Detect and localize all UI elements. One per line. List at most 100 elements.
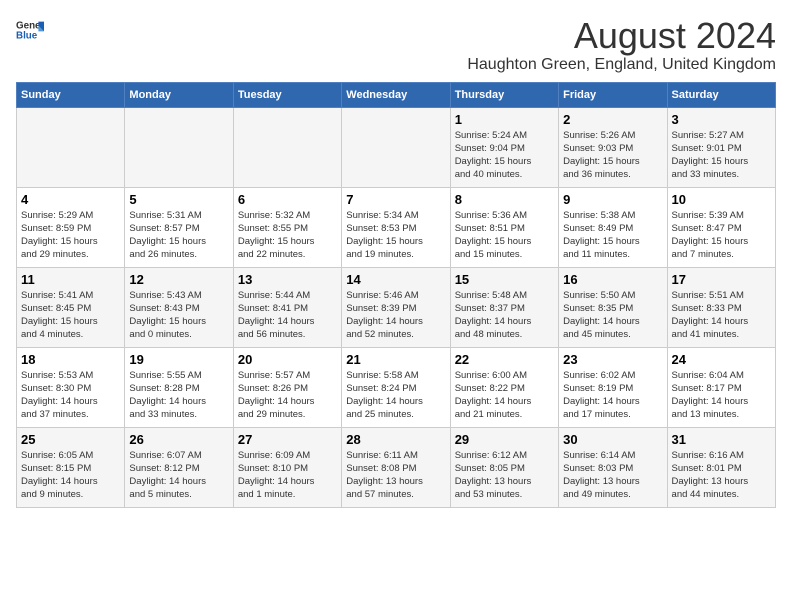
calendar-cell: 1 Sunrise: 5:24 AM Sunset: 9:04 PM Daylig… <box>450 107 558 187</box>
day-info: Sunrise: 5:41 AM Sunset: 8:45 PM Dayligh… <box>21 289 120 342</box>
calendar-cell <box>233 107 341 187</box>
day-info: Sunrise: 6:11 AM Sunset: 8:08 PM Dayligh… <box>346 449 445 502</box>
day-header-sunday: Sunday <box>17 82 125 107</box>
calendar-week-row: 1 Sunrise: 5:24 AM Sunset: 9:04 PM Daylig… <box>17 107 776 187</box>
calendar-cell: 19 Sunrise: 5:55 AM Sunset: 8:28 PM Dayli… <box>125 347 233 427</box>
day-info: Sunrise: 6:14 AM Sunset: 8:03 PM Dayligh… <box>563 449 662 502</box>
day-number: 19 <box>129 352 228 367</box>
day-info: Sunrise: 5:29 AM Sunset: 8:59 PM Dayligh… <box>21 209 120 262</box>
calendar-cell: 28 Sunrise: 6:11 AM Sunset: 8:08 PM Dayli… <box>342 427 450 507</box>
day-info: Sunrise: 5:53 AM Sunset: 8:30 PM Dayligh… <box>21 369 120 422</box>
day-header-saturday: Saturday <box>667 82 775 107</box>
main-title: August 2024 <box>467 16 776 56</box>
logo-icon: General Blue <box>16 16 44 44</box>
calendar-cell: 30 Sunrise: 6:14 AM Sunset: 8:03 PM Dayli… <box>559 427 667 507</box>
calendar-week-row: 11Sunrise: 5:41 AM Sunset: 8:45 PM Dayli… <box>17 267 776 347</box>
day-number: 3 <box>672 112 771 127</box>
day-info: Sunrise: 5:32 AM Sunset: 8:55 PM Dayligh… <box>238 209 337 262</box>
day-info: Sunrise: 5:31 AM Sunset: 8:57 PM Dayligh… <box>129 209 228 262</box>
day-number: 12 <box>129 272 228 287</box>
calendar-cell: 11Sunrise: 5:41 AM Sunset: 8:45 PM Dayli… <box>17 267 125 347</box>
calendar-cell: 2 Sunrise: 5:26 AM Sunset: 9:03 PM Daylig… <box>559 107 667 187</box>
day-number: 7 <box>346 192 445 207</box>
day-number: 25 <box>21 432 120 447</box>
day-number: 14 <box>346 272 445 287</box>
calendar-cell: 24 Sunrise: 6:04 AM Sunset: 8:17 PM Dayli… <box>667 347 775 427</box>
day-number: 28 <box>346 432 445 447</box>
day-info: Sunrise: 5:39 AM Sunset: 8:47 PM Dayligh… <box>672 209 771 262</box>
day-header-tuesday: Tuesday <box>233 82 341 107</box>
day-info: Sunrise: 5:26 AM Sunset: 9:03 PM Dayligh… <box>563 129 662 182</box>
page-header: General Blue August 2024 Haughton Green,… <box>16 16 776 74</box>
day-header-thursday: Thursday <box>450 82 558 107</box>
day-number: 24 <box>672 352 771 367</box>
day-info: Sunrise: 6:12 AM Sunset: 8:05 PM Dayligh… <box>455 449 554 502</box>
calendar-cell: 5 Sunrise: 5:31 AM Sunset: 8:57 PM Daylig… <box>125 187 233 267</box>
calendar-cell: 27Sunrise: 6:09 AM Sunset: 8:10 PM Dayli… <box>233 427 341 507</box>
calendar-cell: 15 Sunrise: 5:48 AM Sunset: 8:37 PM Dayli… <box>450 267 558 347</box>
calendar-cell: 12 Sunrise: 5:43 AM Sunset: 8:43 PM Dayli… <box>125 267 233 347</box>
calendar-cell: 17Sunrise: 5:51 AM Sunset: 8:33 PM Dayli… <box>667 267 775 347</box>
calendar-week-row: 18 Sunrise: 5:53 AM Sunset: 8:30 PM Dayli… <box>17 347 776 427</box>
calendar-cell: 23 Sunrise: 6:02 AM Sunset: 8:19 PM Dayli… <box>559 347 667 427</box>
day-info: Sunrise: 5:43 AM Sunset: 8:43 PM Dayligh… <box>129 289 228 342</box>
day-number: 23 <box>563 352 662 367</box>
day-info: Sunrise: 6:05 AM Sunset: 8:15 PM Dayligh… <box>21 449 120 502</box>
calendar-cell: 6Sunrise: 5:32 AM Sunset: 8:55 PM Daylig… <box>233 187 341 267</box>
calendar-cell: 10Sunrise: 5:39 AM Sunset: 8:47 PM Dayli… <box>667 187 775 267</box>
day-info: Sunrise: 5:48 AM Sunset: 8:37 PM Dayligh… <box>455 289 554 342</box>
calendar-cell: 13 Sunrise: 5:44 AM Sunset: 8:41 PM Dayli… <box>233 267 341 347</box>
day-header-friday: Friday <box>559 82 667 107</box>
day-number: 29 <box>455 432 554 447</box>
day-number: 21 <box>346 352 445 367</box>
calendar-cell: 25 Sunrise: 6:05 AM Sunset: 8:15 PM Dayli… <box>17 427 125 507</box>
calendar-cell: 22 Sunrise: 6:00 AM Sunset: 8:22 PM Dayli… <box>450 347 558 427</box>
calendar-cell: 14 Sunrise: 5:46 AM Sunset: 8:39 PM Dayli… <box>342 267 450 347</box>
day-number: 2 <box>563 112 662 127</box>
day-info: Sunrise: 6:07 AM Sunset: 8:12 PM Dayligh… <box>129 449 228 502</box>
day-info: Sunrise: 5:36 AM Sunset: 8:51 PM Dayligh… <box>455 209 554 262</box>
day-info: Sunrise: 6:02 AM Sunset: 8:19 PM Dayligh… <box>563 369 662 422</box>
day-info: Sunrise: 5:44 AM Sunset: 8:41 PM Dayligh… <box>238 289 337 342</box>
day-info: Sunrise: 6:04 AM Sunset: 8:17 PM Dayligh… <box>672 369 771 422</box>
day-info: Sunrise: 5:57 AM Sunset: 8:26 PM Dayligh… <box>238 369 337 422</box>
day-info: Sunrise: 5:24 AM Sunset: 9:04 PM Dayligh… <box>455 129 554 182</box>
day-number: 15 <box>455 272 554 287</box>
day-number: 20 <box>238 352 337 367</box>
day-info: Sunrise: 5:55 AM Sunset: 8:28 PM Dayligh… <box>129 369 228 422</box>
day-number: 17 <box>672 272 771 287</box>
calendar-cell: 3Sunrise: 5:27 AM Sunset: 9:01 PM Daylig… <box>667 107 775 187</box>
calendar-table: SundayMondayTuesdayWednesdayThursdayFrid… <box>16 82 776 508</box>
day-number: 31 <box>672 432 771 447</box>
svg-text:Blue: Blue <box>16 30 38 41</box>
day-number: 18 <box>21 352 120 367</box>
day-number: 13 <box>238 272 337 287</box>
day-info: Sunrise: 5:34 AM Sunset: 8:53 PM Dayligh… <box>346 209 445 262</box>
calendar-cell: 21 Sunrise: 5:58 AM Sunset: 8:24 PM Dayli… <box>342 347 450 427</box>
day-info: Sunrise: 6:16 AM Sunset: 8:01 PM Dayligh… <box>672 449 771 502</box>
calendar-header-row: SundayMondayTuesdayWednesdayThursdayFrid… <box>17 82 776 107</box>
calendar-cell: 31 Sunrise: 6:16 AM Sunset: 8:01 PM Dayli… <box>667 427 775 507</box>
day-info: Sunrise: 6:00 AM Sunset: 8:22 PM Dayligh… <box>455 369 554 422</box>
calendar-cell: 8Sunrise: 5:36 AM Sunset: 8:51 PM Daylig… <box>450 187 558 267</box>
calendar-cell: 18 Sunrise: 5:53 AM Sunset: 8:30 PM Dayli… <box>17 347 125 427</box>
day-number: 1 <box>455 112 554 127</box>
day-number: 4 <box>21 192 120 207</box>
day-number: 30 <box>563 432 662 447</box>
calendar-cell: 9Sunrise: 5:38 AM Sunset: 8:49 PM Daylig… <box>559 187 667 267</box>
calendar-cell: 16Sunrise: 5:50 AM Sunset: 8:35 PM Dayli… <box>559 267 667 347</box>
calendar-cell: 26 Sunrise: 6:07 AM Sunset: 8:12 PM Dayli… <box>125 427 233 507</box>
day-number: 16 <box>563 272 662 287</box>
day-header-monday: Monday <box>125 82 233 107</box>
title-block: August 2024 Haughton Green, England, Uni… <box>467 16 776 74</box>
day-number: 26 <box>129 432 228 447</box>
calendar-cell: 7 Sunrise: 5:34 AM Sunset: 8:53 PM Daylig… <box>342 187 450 267</box>
calendar-cell <box>17 107 125 187</box>
logo: General Blue <box>16 16 44 44</box>
day-info: Sunrise: 6:09 AM Sunset: 8:10 PM Dayligh… <box>238 449 337 502</box>
day-number: 5 <box>129 192 228 207</box>
day-info: Sunrise: 5:58 AM Sunset: 8:24 PM Dayligh… <box>346 369 445 422</box>
day-info: Sunrise: 5:46 AM Sunset: 8:39 PM Dayligh… <box>346 289 445 342</box>
day-number: 22 <box>455 352 554 367</box>
calendar-cell: 29 Sunrise: 6:12 AM Sunset: 8:05 PM Dayli… <box>450 427 558 507</box>
